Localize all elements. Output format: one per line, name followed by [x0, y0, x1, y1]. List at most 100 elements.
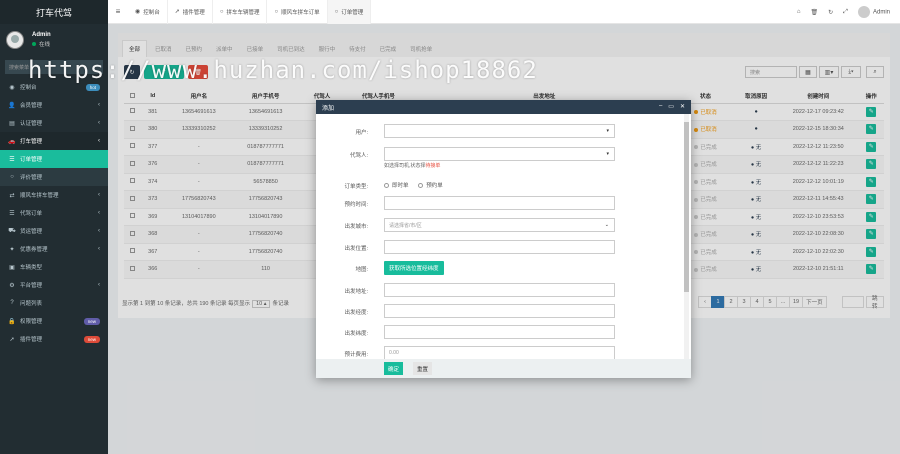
sidebar-item-label: 问题列表: [20, 301, 43, 307]
lock-icon: 🔒: [8, 318, 16, 325]
location-input[interactable]: [384, 240, 615, 254]
menu-badge: new: [83, 335, 100, 343]
nav-tab-0[interactable]: ◉ 控制台: [128, 0, 168, 24]
scrollbar-thumb[interactable]: [684, 122, 689, 292]
chevron-left-icon: ‹: [98, 228, 100, 234]
nav-tab-2[interactable]: ○ 拼车车辆管理: [213, 0, 268, 24]
radio-instant[interactable]: 即时单: [384, 181, 409, 189]
sidebar-item-label: 打车管理: [20, 139, 43, 145]
rocket-icon: ➚: [9, 336, 15, 343]
map-label: 地图:: [355, 267, 368, 273]
chevron-left-icon: ‹: [98, 102, 100, 108]
get-coordinates-button[interactable]: 获取所选位置经纬度: [384, 261, 444, 275]
address-input[interactable]: [384, 283, 615, 297]
ok-button[interactable]: 确定: [384, 362, 404, 375]
sidebar-item-label: 货运管理: [20, 229, 43, 235]
nav-tab-label: 控制台: [143, 9, 160, 16]
sidebar-item-1[interactable]: 👤 会员管理 ‹: [0, 96, 108, 114]
sidebar-menu: ◉ 控制台 hot 👤 会员管理 ‹ ▤ 认证管理 ‹ 🚗 打车管理 ‹ ☰ 订单管理 ○ 评价管理 ⇄ 顺风车拼…: [0, 78, 108, 348]
dialog-body: 用户: ▾ 代驾人: ▾ 如选择司机,状态择待接单 订单类型: 即时单 预约单 预约…: [316, 114, 691, 359]
sidebar-item-5[interactable]: ○ 评价管理: [0, 168, 108, 186]
refresh-icon[interactable]: ↻: [828, 9, 833, 16]
circle-icon: ○: [219, 8, 224, 15]
longitude-input[interactable]: [384, 304, 615, 318]
sidebar-item-label: 权限管理: [20, 319, 43, 325]
list-icon: ☰: [9, 156, 15, 163]
sidebar-item-label: 插件管理: [20, 337, 43, 343]
rocket-icon: ➚: [174, 9, 180, 15]
question-icon: ?: [10, 300, 14, 306]
sidebar-item-11[interactable]: ⚙ 平台管理 ‹: [0, 276, 108, 294]
sidebar-item-2[interactable]: ▤ 认证管理 ‹: [0, 114, 108, 132]
radio-reserve[interactable]: 预约单: [418, 181, 443, 189]
address-label: 出发地址:: [344, 289, 368, 295]
nav-tab-1[interactable]: ➚ 插件管理: [168, 0, 213, 24]
driver-select[interactable]: ▾: [384, 147, 615, 161]
top-right-tools: ⌂ 🗑 ↻ ⤢ Admin: [797, 0, 890, 24]
fee-input[interactable]: 0.00: [384, 346, 615, 359]
sidebar-item-6[interactable]: ⇄ 顺风车拼车管理 ‹: [0, 186, 108, 204]
menu-toggle-icon[interactable]: ≡: [108, 7, 128, 16]
chevron-left-icon: ‹: [98, 138, 100, 144]
dialog-title: 添加: [322, 105, 335, 112]
dashboard-icon: ◉: [9, 84, 15, 91]
sidebar-item-label: 车辆类型: [20, 265, 43, 271]
sidebar-item-10[interactable]: ▣ 车辆类型: [0, 258, 108, 276]
sidebar-item-3[interactable]: 🚗 打车管理 ‹: [0, 132, 108, 150]
caret-down-icon: ▾: [606, 128, 609, 134]
user-panel: Admin 在线: [0, 24, 108, 56]
user-name: Admin: [32, 32, 51, 38]
user-status: 在线: [32, 40, 51, 48]
share-icon: ⇄: [9, 192, 15, 199]
id-card-icon: ▤: [9, 120, 15, 127]
city-label: 出发城市:: [344, 224, 368, 230]
sidebar-item-label: 代驾订单: [20, 211, 43, 217]
time-input[interactable]: [384, 196, 615, 210]
home-icon[interactable]: ⌂: [797, 9, 801, 15]
list-icon: ☰: [9, 210, 15, 217]
dialog-scrollbar[interactable]: [684, 114, 689, 359]
driver-hint: 如选择司机,状态择待接单: [384, 163, 441, 169]
nav-tab-4[interactable]: ○ 订单管理: [327, 0, 372, 24]
user-select[interactable]: ▾: [384, 124, 615, 138]
car-icon: 🚗: [8, 138, 16, 145]
sidebar-item-label: 优惠券管理: [20, 247, 48, 253]
city-select[interactable]: 请选择省/市/区 ⌄: [384, 218, 615, 232]
latitude-input[interactable]: [384, 325, 615, 339]
nav-tabs: ◉ 控制台 ➚ 插件管理 ○ 拼车车辆管理 ○ 顺风车拼车订单 ○ 订单管理: [128, 0, 372, 24]
sidebar-item-8[interactable]: ⛟ 货运管理 ‹: [0, 222, 108, 240]
minimize-icon[interactable]: –: [659, 103, 662, 110]
circle-icon: ○: [10, 174, 14, 180]
sidebar-item-label: 评价管理: [20, 175, 43, 181]
sidebar-item-7[interactable]: ☰ 代驾订单 ‹: [0, 204, 108, 222]
trash-icon[interactable]: 🗑: [811, 9, 819, 16]
caret-down-icon: ▾: [606, 151, 609, 157]
sidebar-item-14[interactable]: ➚ 插件管理 new: [0, 330, 108, 348]
fullscreen-icon[interactable]: ⤢: [843, 9, 848, 16]
sidebar-item-12[interactable]: ? 问题列表: [0, 294, 108, 312]
driver-label: 代驾人:: [349, 153, 368, 159]
ticket-icon: ✦: [9, 246, 15, 253]
sidebar-item-label: 订单管理: [20, 157, 43, 163]
user-icon: 👤: [8, 102, 16, 109]
nav-tab-label: 插件管理: [182, 9, 205, 16]
cog-icon: ⚙: [9, 282, 15, 289]
top-navbar: ≡ ◉ 控制台 ➚ 插件管理 ○ 拼车车辆管理 ○ 顺风车拼车订单 ○ 订单管理 ⌂ 🗑 ↻ ⤢ …: [108, 0, 900, 24]
fee-label: 预计费用:: [344, 352, 368, 358]
chevron-left-icon: ‹: [98, 192, 100, 198]
nav-tab-3[interactable]: ○ 顺风车拼车订单: [267, 0, 328, 24]
avatar: [857, 6, 870, 18]
sidebar-item-13[interactable]: 🔒 权限管理 new: [0, 312, 108, 330]
maximize-icon[interactable]: ▭: [668, 103, 674, 110]
brand-logo[interactable]: 打车代驾: [0, 0, 108, 24]
sidebar-item-label: 顺风车拼车管理: [20, 193, 59, 199]
latitude-label: 出发纬度:: [344, 331, 368, 337]
sidebar-item-label: 会员管理: [20, 103, 43, 109]
close-icon[interactable]: ✕: [680, 103, 685, 110]
sidebar-item-9[interactable]: ✦ 优惠券管理 ‹: [0, 240, 108, 258]
reset-button[interactable]: 重置: [413, 362, 433, 375]
dashboard-icon: ◉: [135, 9, 141, 15]
online-dot-icon: [32, 42, 36, 46]
sidebar-item-4[interactable]: ☰ 订单管理: [0, 150, 108, 168]
admin-menu[interactable]: Admin: [857, 6, 890, 18]
